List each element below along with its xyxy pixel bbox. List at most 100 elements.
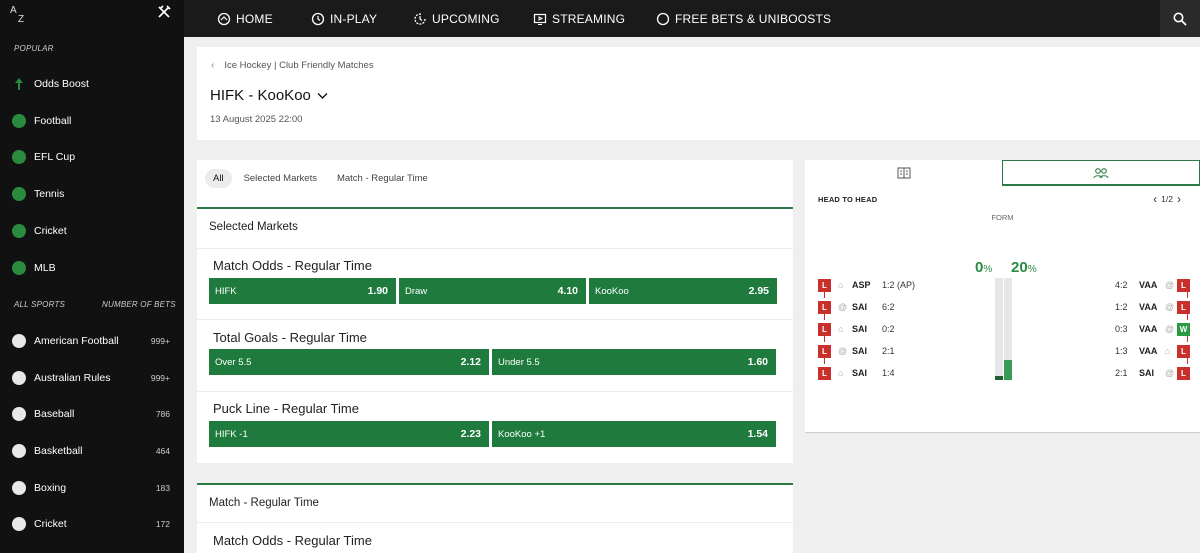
- away-icon: @: [838, 302, 848, 312]
- sidebar-item-boxing[interactable]: Boxing 183: [0, 470, 184, 506]
- h2h-row: L ⌂ SAI 1:4 2:1 SAI @ L: [818, 364, 1190, 382]
- score: 2:1: [882, 346, 895, 356]
- nav-home[interactable]: HOME: [217, 0, 273, 37]
- bet-count: 172: [155, 519, 170, 529]
- odds-button-draw[interactable]: Draw 4.10: [399, 278, 586, 304]
- basketball-icon: [12, 444, 26, 458]
- h2h-right-side: 2:1 SAI @ L: [1115, 366, 1190, 380]
- away-icon: @: [1165, 368, 1175, 378]
- team-name: VAA: [1139, 346, 1158, 356]
- event-header: ‹ Ice Hockey | Club Friendly Matches HIF…: [197, 47, 1200, 140]
- nav-upcoming[interactable]: UPCOMING: [413, 0, 500, 37]
- team-name: SAI: [1139, 368, 1155, 378]
- head-to-head-label: HEAD TO HEAD: [818, 195, 878, 204]
- football-icon: [12, 114, 26, 128]
- sidebar-item-cricket[interactable]: Cricket: [0, 213, 184, 249]
- result-badge: W: [1177, 322, 1190, 336]
- home-icon: ⌂: [838, 280, 844, 290]
- connector-line: [824, 292, 825, 298]
- team-name: SAI: [852, 324, 868, 334]
- sidebar-item-efl-cup[interactable]: EFL Cup: [0, 139, 184, 175]
- h2h-row: L @ SAI 2:1 1:3 VAA ⌂ L: [818, 342, 1190, 360]
- match-date: 13 August 2025 22:00: [210, 114, 303, 125]
- markets-panel: All Selected Markets Match - Regular Tim…: [197, 160, 793, 463]
- search-button[interactable]: [1160, 0, 1200, 37]
- odds-row: HIFK -1 2.23 KooKoo +1 1.54: [209, 421, 776, 447]
- h2h-row: L ⌂ SAI 0:2 0:3 VAA @ W: [818, 320, 1190, 338]
- search-icon: [1173, 12, 1187, 26]
- team-name: VAA: [1139, 280, 1158, 290]
- tab-selected-markets[interactable]: Selected Markets: [236, 169, 325, 188]
- nav-streaming[interactable]: STREAMING: [533, 0, 625, 37]
- odds-button-hifk[interactable]: HIFK 1.90: [209, 278, 396, 304]
- popular-heading: POPULAR: [14, 44, 54, 53]
- boxing-icon: [12, 481, 26, 495]
- odds-button-hifk-minus-1[interactable]: HIFK -1 2.23: [209, 421, 489, 447]
- result-badge: L: [1177, 278, 1190, 292]
- all-sports-heading: ALL SPORTS: [14, 300, 66, 309]
- sidebar-item-mlb[interactable]: MLB: [0, 250, 184, 286]
- connector-line: [824, 336, 825, 342]
- sidebar-item-basketball[interactable]: Basketball 464: [0, 433, 184, 469]
- pin-icon[interactable]: [157, 5, 171, 19]
- h2h-right-side: 0:3 VAA @ W: [1115, 322, 1190, 336]
- australian-rules-icon: [12, 371, 26, 385]
- market-tabs: All Selected Markets Match - Regular Tim…: [205, 169, 440, 188]
- form-label: FORM: [991, 213, 1014, 222]
- sidebar-item-cricket-all[interactable]: Cricket 172: [0, 506, 184, 542]
- odds-button-over[interactable]: Over 5.5 2.12: [209, 349, 489, 375]
- connector-line: [1187, 336, 1188, 342]
- result-badge: L: [818, 322, 831, 336]
- cricket-icon: [12, 517, 26, 531]
- h2h-right-side: 1:2 VAA @ L: [1115, 300, 1190, 314]
- sidebar-item-baseball[interactable]: Baseball 786: [0, 396, 184, 432]
- score: 1:2 (AP): [882, 280, 916, 290]
- score: 0:2: [882, 324, 895, 334]
- result-badge: L: [818, 278, 831, 292]
- section-title: Selected Markets: [209, 221, 298, 233]
- tab-head-to-head[interactable]: [1002, 160, 1200, 186]
- sidebar-item-australian-rules[interactable]: Australian Rules 999+: [0, 360, 184, 396]
- bet-count: 999+: [150, 336, 170, 346]
- number-of-bets-heading: NUMBER OF BETS: [102, 300, 176, 309]
- odds-button-kookoo-plus-1[interactable]: KooKoo +1 1.54: [492, 421, 776, 447]
- market-title: Puck Line - Regular Time: [213, 401, 359, 416]
- nav-in-play[interactable]: IN-PLAY: [311, 0, 377, 37]
- chevron-left-icon[interactable]: ‹: [1153, 192, 1157, 206]
- score: 0:3: [1115, 324, 1128, 334]
- tab-all[interactable]: All: [205, 169, 232, 188]
- h2h-right-side: 1:3 VAA ⌂ L: [1115, 344, 1190, 358]
- divider: [197, 391, 793, 392]
- breadcrumb[interactable]: ‹ Ice Hockey | Club Friendly Matches: [211, 60, 374, 71]
- divider: [197, 522, 793, 523]
- h2h-row: L @ SAI 6:2 1:2 VAA @ L: [818, 298, 1190, 316]
- chevron-down-icon: [317, 92, 328, 99]
- score: 6:2: [882, 302, 895, 312]
- odds-button-under[interactable]: Under 5.5 1.60: [492, 349, 776, 375]
- tab-match-regular-time[interactable]: Match - Regular Time: [329, 169, 436, 188]
- tab-scoreboard[interactable]: [805, 160, 1002, 186]
- away-icon: @: [838, 346, 848, 356]
- upcoming-icon: [414, 12, 426, 25]
- sidebar-item-american-football[interactable]: American Football 999+: [0, 323, 184, 359]
- match-title[interactable]: HIFK - KooKoo: [210, 87, 328, 104]
- odds-row: HIFK 1.90 Draw 4.10 KooKoo 2.95: [209, 278, 777, 304]
- odds-row: Over 5.5 2.12 Under 5.5 1.60: [209, 349, 776, 375]
- tv-icon: [533, 13, 547, 25]
- team-name: ASP: [852, 280, 871, 290]
- tennis-icon: [12, 187, 26, 201]
- odds-button-kookoo[interactable]: KooKoo 2.95: [589, 278, 777, 304]
- score: 4:2: [1115, 280, 1128, 290]
- chevron-right-icon[interactable]: ›: [1177, 192, 1181, 206]
- away-icon: @: [1165, 280, 1175, 290]
- sidebar-item-tennis[interactable]: Tennis: [0, 176, 184, 212]
- chevron-left-icon[interactable]: ‹: [211, 60, 214, 71]
- american-football-icon: [12, 334, 26, 348]
- score: 1:4: [882, 368, 895, 378]
- sidebar-item-odds-boost[interactable]: Odds Boost: [0, 66, 184, 102]
- home-icon: ⌂: [838, 368, 844, 378]
- sidebar-item-football[interactable]: Football: [0, 103, 184, 139]
- az-sort-button[interactable]: A Z: [10, 6, 24, 25]
- team-name: VAA: [1139, 324, 1158, 334]
- nav-free-bets[interactable]: FREE BETS & UNIBOOSTS: [656, 0, 831, 37]
